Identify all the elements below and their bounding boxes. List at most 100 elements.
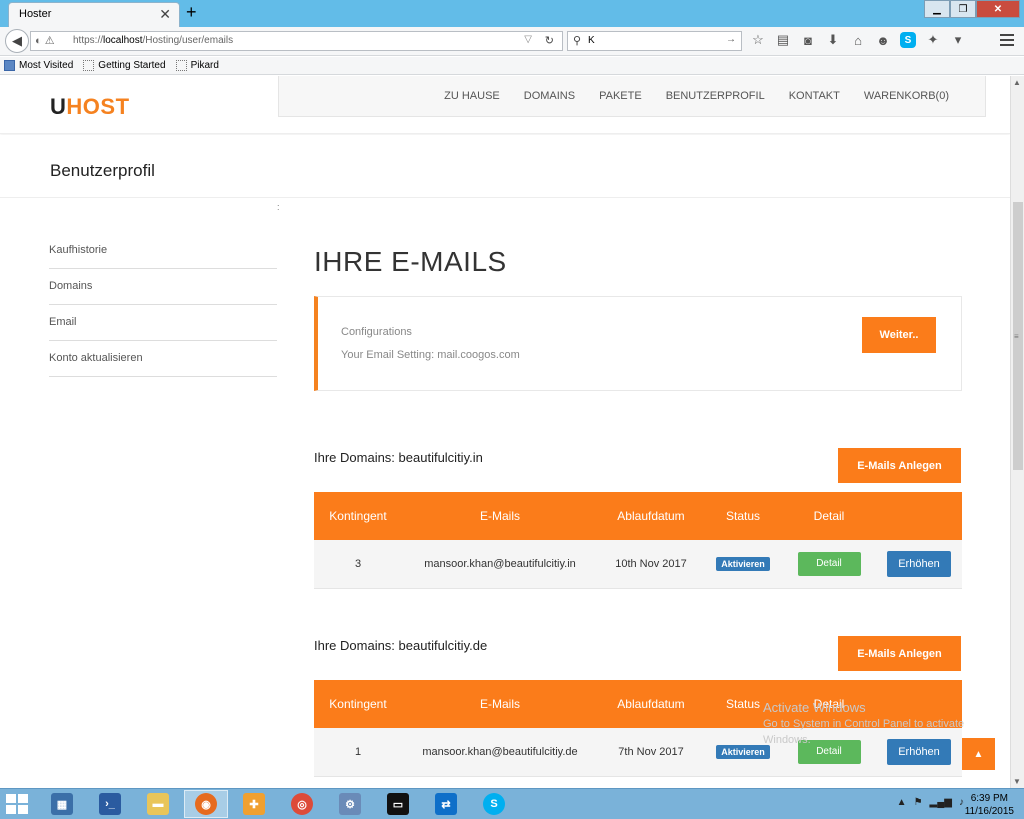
start-button[interactable] (6, 794, 28, 814)
menu-item-packages[interactable]: PAKETE (599, 90, 642, 102)
page-scrollbar[interactable]: ▲ ≡ ▼ (1010, 76, 1024, 788)
search-bar[interactable]: ⚲ K → (567, 31, 742, 51)
skype-icon: S (483, 793, 505, 815)
browser-navbar: ◀ ◐ ⚠ https://localhost/Hosting/user/ema… (0, 27, 1024, 56)
status-badge[interactable]: Aktivieren (716, 744, 770, 759)
profile-header: Benutzerprofil (0, 135, 1010, 198)
menu-item-home[interactable]: ZU HAUSE (444, 90, 500, 102)
system-tray: ▲ ⚑ ▂▄▆ ♪ (897, 797, 964, 808)
site-header: UHOST ZU HAUSE DOMAINS PAKETE BENUTZERPR… (0, 76, 1010, 134)
column-header: Kontingent (314, 492, 402, 540)
create-emails-button[interactable]: E-Mails Anlegen (838, 448, 961, 483)
page-viewport: UHOST ZU HAUSE DOMAINS PAKETE BENUTZERPR… (0, 76, 1010, 788)
email-cell: mansoor.khan@beautifulcitiy.de (402, 728, 598, 777)
chrome-icon: ◎ (291, 793, 313, 815)
expiry-cell: 7th Nov 2017 (598, 728, 704, 777)
taskbar-app-orange[interactable]: ✚ (232, 790, 276, 818)
taskbar-powershell[interactable]: ›_ (88, 790, 132, 818)
search-go-icon[interactable]: → (726, 34, 736, 45)
increase-button[interactable]: Erhöhen (887, 550, 951, 577)
page-title: Benutzerprofil (50, 161, 155, 180)
home-icon[interactable]: ⌂ (850, 32, 866, 48)
main-menu: ZU HAUSE DOMAINS PAKETE BENUTZERPROFIL K… (278, 76, 986, 117)
identity-shield-icon[interactable]: ◐ ⚠ (35, 34, 55, 47)
back-arrow-icon[interactable]: ◀ (5, 29, 29, 53)
bookmark-star-icon[interactable]: ☆ (750, 32, 766, 48)
back-to-top-button[interactable]: ▲ (962, 738, 995, 770)
browser-tab[interactable]: Hoster ✕ (8, 2, 180, 27)
pocket-icon[interactable]: ◙ (800, 32, 816, 48)
chevron-up-icon: ▲ (973, 748, 984, 760)
chat-icon[interactable]: ☻ (875, 32, 891, 48)
menu-hamburger-icon[interactable] (1000, 34, 1014, 49)
scroll-up-icon[interactable]: ▲ (1013, 78, 1021, 87)
overflow-chevron-icon[interactable]: ▾ (950, 32, 966, 48)
toolbar-icons: ☆ ▤ ◙ ⬇ ⌂ ☻ S ✦ ▾ (750, 32, 966, 48)
sidebar-item-purchase-history[interactable]: Kaufhistorie (49, 233, 277, 269)
expiry-cell: 10th Nov 2017 (598, 540, 704, 589)
status-cell: Aktivieren (704, 540, 782, 589)
reading-list-icon[interactable]: ▤ (775, 32, 791, 48)
download-icon[interactable]: ⬇ (825, 32, 841, 48)
menu-item-domains[interactable]: DOMAINS (524, 90, 575, 102)
close-window-icon[interactable]: ✕ (976, 0, 1020, 18)
flag-icon[interactable]: ⚑ (914, 797, 923, 808)
taskbar-chrome[interactable]: ◎ (280, 790, 324, 818)
sidebar-item-domains[interactable]: Domains (49, 269, 277, 305)
new-tab-button[interactable]: + (186, 3, 197, 21)
url-dropdown-icon[interactable]: ▽ (524, 34, 532, 45)
tab-close-icon[interactable]: ✕ (159, 6, 171, 22)
taskbar-teamviewer[interactable]: ⇄ (424, 790, 468, 818)
taskbar-app-tools[interactable]: ⚙ (328, 790, 372, 818)
reload-icon[interactable]: ↻ (545, 34, 554, 47)
config-panel: Configurations Your Email Setting: mail.… (314, 296, 962, 391)
taskbar-explorer[interactable]: ▬ (136, 790, 180, 818)
taskbar-cmd[interactable]: ▭ (376, 790, 420, 818)
folder-icon: ▬ (147, 793, 169, 815)
email-cell: mansoor.khan@beautifulcitiy.in (402, 540, 598, 589)
action-cell: Erhöhen (876, 540, 962, 589)
restore-icon[interactable]: ❐ (950, 0, 976, 18)
menu-item-profile[interactable]: BENUTZERPROFIL (666, 90, 765, 102)
table-row: 3 mansoor.khan@beautifulcitiy.in 10th No… (314, 540, 962, 589)
continue-button[interactable]: Weiter.. (862, 317, 936, 353)
minimize-icon[interactable]: ▁ (924, 0, 950, 18)
menu-item-cart[interactable]: WARENKORB(0) (864, 90, 949, 102)
most-visited-icon (4, 60, 15, 71)
powershell-icon: ›_ (99, 793, 121, 815)
tray-arrow-icon[interactable]: ▲ (897, 797, 907, 808)
sidebar-item-email[interactable]: Email (49, 305, 277, 341)
network-icon[interactable]: ▂▄▆ (930, 797, 952, 808)
quota-cell: 3 (314, 540, 402, 589)
column-header: E-Mails (402, 492, 598, 540)
column-header: Ablaufdatum (598, 680, 704, 728)
volume-icon[interactable]: ♪ (959, 797, 964, 808)
extension-icon[interactable]: ✦ (925, 32, 941, 48)
search-icon: ⚲ (573, 35, 582, 47)
detail-button[interactable]: Detail (797, 551, 861, 576)
column-header: Status (704, 492, 782, 540)
menu-item-contact[interactable]: KONTAKT (789, 90, 840, 102)
stray-text: : (277, 202, 280, 212)
bookmark-most-visited[interactable]: Most Visited (4, 60, 73, 71)
create-emails-button[interactable]: E-Mails Anlegen (838, 636, 961, 671)
taskbar-server-manager[interactable]: ▦ (40, 790, 84, 818)
scroll-down-icon[interactable]: ▼ (1013, 777, 1021, 786)
window-controls: ▁ ❐ ✕ (924, 0, 1020, 18)
skype-icon[interactable]: S (900, 32, 916, 48)
system-clock[interactable]: 6:39 PM 11/16/2015 (965, 792, 1014, 818)
site-logo[interactable]: UHOST (50, 94, 130, 120)
column-header: Kontingent (314, 680, 402, 728)
status-badge[interactable]: Aktivieren (716, 556, 770, 571)
taskbar-firefox[interactable]: ◉ (184, 790, 228, 818)
url-bar[interactable]: ◐ ⚠ https://localhost/Hosting/user/email… (30, 31, 563, 51)
url-text[interactable]: https://localhost/Hosting/user/emails (73, 35, 233, 46)
tools-icon: ⚙ (339, 793, 361, 815)
firefox-icon: ◉ (195, 793, 217, 815)
bookmark-getting-started[interactable]: Getting Started (83, 60, 166, 71)
search-input[interactable]: K (588, 35, 595, 46)
cmd-icon: ▭ (387, 793, 409, 815)
sidebar-item-update-account[interactable]: Konto aktualisieren (49, 341, 277, 377)
taskbar-skype[interactable]: S (472, 790, 516, 818)
bookmark-pikard[interactable]: Pikard (175, 60, 219, 71)
